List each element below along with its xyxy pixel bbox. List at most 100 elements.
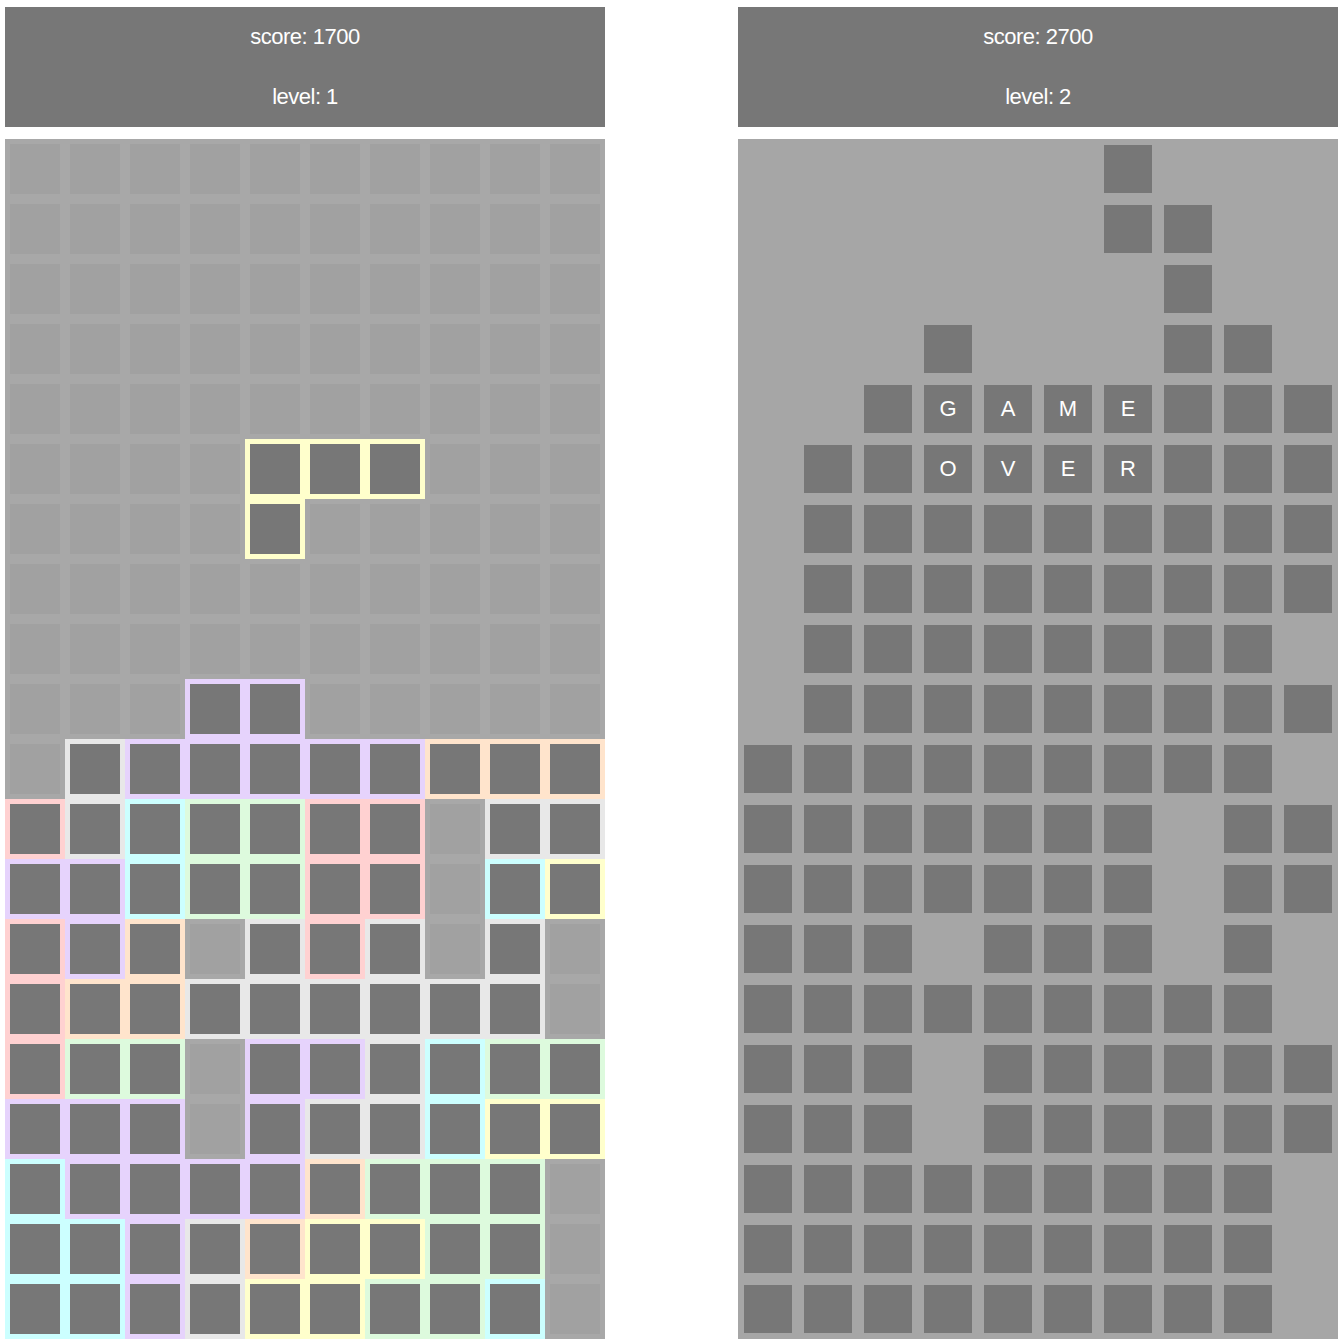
board-cell <box>1278 259 1338 319</box>
board-cell <box>305 439 365 499</box>
board-cell <box>1158 1219 1218 1279</box>
board-cell <box>1278 1099 1338 1159</box>
board-cell <box>978 859 1038 919</box>
board-cell <box>1038 1219 1098 1279</box>
board-cell <box>545 439 605 499</box>
board-cell <box>545 739 605 799</box>
board-cell <box>858 619 918 679</box>
board-cell <box>738 319 798 379</box>
board-cell <box>485 199 545 259</box>
board-cell <box>1218 1219 1278 1279</box>
board-cell <box>125 139 185 199</box>
board-cell <box>738 199 798 259</box>
board-cell <box>918 1159 978 1219</box>
board-cell <box>798 799 858 859</box>
board-cell <box>65 379 125 439</box>
game-over-letter: A <box>1001 398 1016 420</box>
game-board[interactable]: GAMEOVER <box>738 139 1338 1339</box>
board-cell <box>798 619 858 679</box>
board-cell <box>185 919 245 979</box>
board-cell <box>65 199 125 259</box>
board-cell <box>918 1099 978 1159</box>
board-cell <box>365 919 425 979</box>
board-cell <box>545 259 605 319</box>
board-cell <box>5 679 65 739</box>
board-cell <box>125 199 185 259</box>
board-cell <box>485 859 545 919</box>
board-cell <box>918 979 978 1039</box>
board-cell <box>425 1099 485 1159</box>
board-cell <box>425 259 485 319</box>
board-cell <box>1278 979 1338 1039</box>
board-cell <box>978 919 1038 979</box>
game-over-letter: E <box>1061 458 1076 480</box>
board-cell <box>1158 1039 1218 1099</box>
board-cell <box>798 739 858 799</box>
board-cell <box>545 619 605 679</box>
board-cell <box>305 799 365 859</box>
board-cell <box>1038 319 1098 379</box>
board-cell <box>245 139 305 199</box>
board-cell <box>1158 799 1218 859</box>
board-cell <box>798 1279 858 1339</box>
board-cell <box>1218 979 1278 1039</box>
board-cell <box>1278 859 1338 919</box>
board-cell <box>858 139 918 199</box>
board-cell <box>1158 379 1218 439</box>
board-cell <box>485 259 545 319</box>
board-cell <box>858 319 918 379</box>
board-cell <box>1278 439 1338 499</box>
board-cell <box>485 919 545 979</box>
board-cell <box>185 979 245 1039</box>
board-cell <box>1278 799 1338 859</box>
board-cell <box>485 1099 545 1159</box>
board-cell <box>738 1039 798 1099</box>
board-cell <box>125 499 185 559</box>
board-cell <box>1098 259 1158 319</box>
board-cell <box>545 199 605 259</box>
game-board[interactable] <box>5 139 605 1339</box>
board-cell <box>305 1219 365 1279</box>
board-cell <box>65 499 125 559</box>
board-cell <box>858 1279 918 1339</box>
board-cell <box>978 1219 1038 1279</box>
board-cell <box>738 619 798 679</box>
board-cell <box>185 1279 245 1339</box>
board-cell <box>485 799 545 859</box>
board-cell <box>485 1219 545 1279</box>
board-cell <box>738 1219 798 1279</box>
board-cell <box>245 619 305 679</box>
board-cell <box>125 319 185 379</box>
board-cell <box>65 739 125 799</box>
board-cell <box>978 1279 1038 1339</box>
board-cell <box>365 859 425 919</box>
board-cell <box>485 439 545 499</box>
board-cell <box>858 1159 918 1219</box>
board-cell <box>858 1039 918 1099</box>
board-cell <box>1278 1219 1338 1279</box>
board-cell: G <box>918 379 978 439</box>
board-cell <box>65 1219 125 1279</box>
board-cell <box>1278 919 1338 979</box>
board-cell <box>185 559 245 619</box>
board-cell <box>425 619 485 679</box>
board-cell <box>1278 559 1338 619</box>
board-cell <box>5 439 65 499</box>
board-cell <box>1218 859 1278 919</box>
board-cell <box>918 199 978 259</box>
board-cell <box>425 919 485 979</box>
board-cell <box>798 199 858 259</box>
board-cell <box>738 679 798 739</box>
board-cell <box>798 319 858 379</box>
board-cell <box>305 379 365 439</box>
board-cell <box>65 559 125 619</box>
board-cell <box>125 799 185 859</box>
board-cell <box>365 1039 425 1099</box>
board-cell <box>918 679 978 739</box>
board-cell <box>978 619 1038 679</box>
board-cell <box>65 979 125 1039</box>
board-cell <box>365 439 425 499</box>
board-cell <box>1278 379 1338 439</box>
board-cell <box>1218 1279 1278 1339</box>
board-cell <box>245 199 305 259</box>
